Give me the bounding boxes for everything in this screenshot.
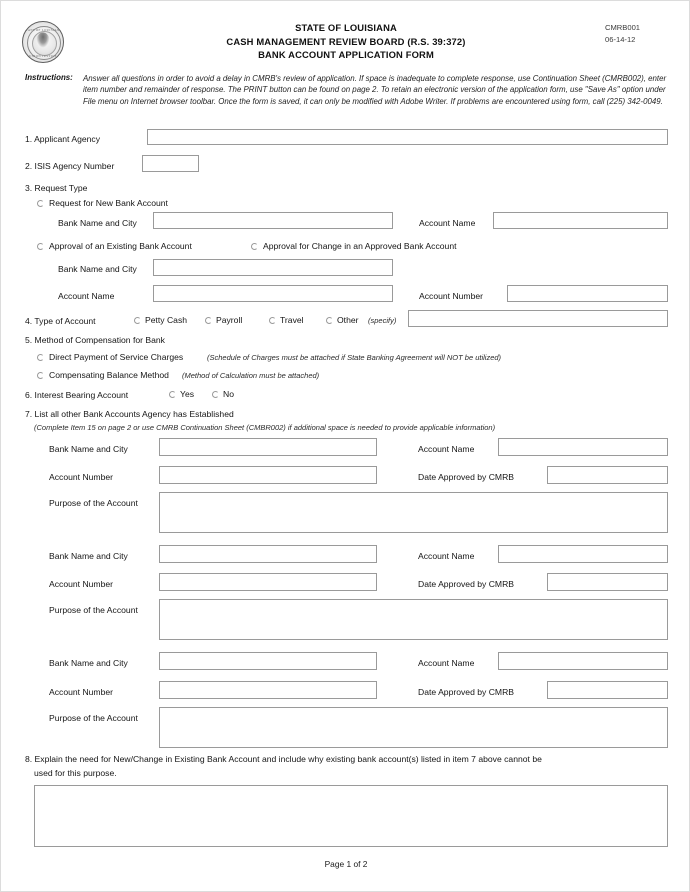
form-page: STATE OF LOUISIANA UNION JUSTICE STATE O…: [0, 0, 690, 892]
new-account-name-input[interactable]: [493, 212, 668, 229]
entry-bank-label: Bank Name and City: [49, 444, 128, 454]
item3-label: 3. Request Type: [25, 183, 88, 193]
entry-account-number-label: Account Number: [49, 687, 114, 697]
radio-type-travel[interactable]: [269, 317, 276, 324]
existing-account-number-input[interactable]: [507, 285, 668, 302]
item4-option-0-label: Petty Cash: [145, 315, 188, 325]
applicant-agency-input[interactable]: [147, 129, 668, 145]
item4-option-2-label: Travel: [280, 315, 304, 325]
seal-bottom-text: UNION JUSTICE: [29, 54, 57, 58]
entry-3-purpose-input[interactable]: [159, 707, 668, 748]
type-other-specify-input[interactable]: [408, 310, 668, 327]
radio-approval-existing-bank-account[interactable]: [37, 243, 44, 250]
entry-date-approved-label: Date Approved by CMRB: [418, 472, 515, 482]
entry-3-account-number-input[interactable]: [159, 681, 377, 699]
entry-2-account-number-input[interactable]: [159, 573, 377, 591]
existing-account-name-input[interactable]: [153, 285, 393, 302]
isis-agency-number-input[interactable]: [142, 155, 199, 172]
entry-date-approved-label: Date Approved by CMRB: [418, 687, 515, 697]
entry-account-name-label: Account Name: [418, 444, 475, 454]
entry-2-bank-input[interactable]: [159, 545, 377, 563]
item6-option-yes-label: Yes: [180, 389, 195, 399]
radio-interest-bearing-no[interactable]: [212, 391, 219, 398]
item8-explanation-input[interactable]: [34, 785, 668, 847]
item3-existing-bank-label: Bank Name and City: [58, 264, 137, 274]
item3-existing-account-number-label: Account Number: [419, 291, 484, 301]
item5-option1-label: Direct Payment of Service Charges: [49, 352, 184, 362]
page-footer: Page 1 of 2: [324, 859, 368, 869]
item4-other-note: (specify): [368, 316, 397, 325]
new-bank-name-city-input[interactable]: [153, 212, 393, 229]
radio-type-petty-cash[interactable]: [134, 317, 141, 324]
radio-interest-bearing-yes[interactable]: [169, 391, 176, 398]
entry-date-approved-label: Date Approved by CMRB: [418, 579, 515, 589]
entry-account-number-label: Account Number: [49, 472, 114, 482]
form-code: CMRB001: [605, 23, 641, 32]
item3-option-new-label: Request for New Bank Account: [49, 198, 168, 208]
item5-option2-note: (Method of Calculation must be attached): [182, 371, 320, 380]
entry-1-date-approved-input[interactable]: [547, 466, 668, 484]
item6-option-no-label: No: [223, 389, 234, 399]
item1-label: 1. Applicant Agency: [25, 134, 101, 144]
item3-existing-account-name-label: Account Name: [58, 291, 115, 301]
radio-compensating-balance-method[interactable]: [37, 372, 44, 379]
form-header: STATE OF LOUISIANA UNION JUSTICE STATE O…: [1, 13, 690, 71]
item2-label: 2. ISIS Agency Number: [25, 161, 115, 171]
entry-1-purpose-input[interactable]: [159, 492, 668, 533]
item5-option2-label: Compensating Balance Method: [49, 370, 169, 380]
entry-bank-label: Bank Name and City: [49, 551, 128, 561]
entry-purpose-label: Purpose of the Account: [49, 605, 138, 615]
item3-option-change-label: Approval for Change in an Approved Bank …: [263, 241, 457, 251]
page-title: STATE OF LOUISIANA CASH MANAGEMENT REVIE…: [121, 21, 571, 62]
instructions-text: Answer all questions in order to avoid a…: [83, 74, 667, 106]
item4-label: 4. Type of Account: [25, 316, 96, 326]
radio-type-payroll[interactable]: [205, 317, 212, 324]
item4-option-3-label: Other: [337, 315, 359, 325]
title-line-1: STATE OF LOUISIANA: [295, 22, 397, 33]
radio-request-new-bank-account[interactable]: [37, 200, 44, 207]
entry-bank-label: Bank Name and City: [49, 658, 128, 668]
entry-3-date-approved-input[interactable]: [547, 681, 668, 699]
item7-label: 7. List all other Bank Accounts Agency h…: [25, 409, 234, 419]
radio-approval-change-bank-account[interactable]: [251, 243, 258, 250]
form-code-block: CMRB001 06-14-12: [605, 22, 677, 45]
entry-3-account-name-input[interactable]: [498, 652, 668, 670]
entry-1-account-name-input[interactable]: [498, 438, 668, 456]
existing-bank-name-city-input[interactable]: [153, 259, 393, 276]
state-seal-icon: STATE OF LOUISIANA UNION JUSTICE: [22, 21, 66, 65]
item8-label-line1: 8. Explain the need for New/Change in Ex…: [25, 754, 542, 764]
entry-2-account-name-input[interactable]: [498, 545, 668, 563]
entry-1-account-number-input[interactable]: [159, 466, 377, 484]
entry-account-name-label: Account Name: [418, 551, 475, 561]
entry-purpose-label: Purpose of the Account: [49, 498, 138, 508]
radio-type-other[interactable]: [326, 317, 333, 324]
radio-direct-payment-service-charges[interactable]: [37, 354, 44, 361]
item8-label-line2: used for this purpose.: [34, 768, 117, 778]
item3-option-existing-label: Approval of an Existing Bank Account: [49, 241, 192, 251]
item3-new-bank-label: Bank Name and City: [58, 218, 137, 228]
entry-2-purpose-input[interactable]: [159, 599, 668, 640]
item5-label: 5. Method of Compensation for Bank: [25, 335, 165, 345]
entry-purpose-label: Purpose of the Account: [49, 713, 138, 723]
entry-account-number-label: Account Number: [49, 579, 114, 589]
title-line-2: CASH MANAGEMENT REVIEW BOARD (R.S. 39:37…: [226, 35, 466, 47]
form-revision-date: 06-14-12: [605, 34, 636, 44]
item6-label: 6. Interest Bearing Account: [25, 390, 129, 400]
instructions-label: Instructions:: [25, 73, 73, 82]
entry-1-bank-input[interactable]: [159, 438, 377, 456]
item4-option-1-label: Payroll: [216, 315, 243, 325]
entry-3-bank-input[interactable]: [159, 652, 377, 670]
item5-option1-note: (Schedule of Charges must be attached if…: [207, 353, 502, 362]
item3-new-account-name-label: Account Name: [419, 218, 476, 228]
entry-account-name-label: Account Name: [418, 658, 475, 668]
item7-note: (Complete Item 15 on page 2 or use CMRB …: [34, 423, 496, 432]
title-line-3: BANK ACCOUNT APPLICATION FORM: [258, 49, 434, 61]
entry-2-date-approved-input[interactable]: [547, 573, 668, 591]
